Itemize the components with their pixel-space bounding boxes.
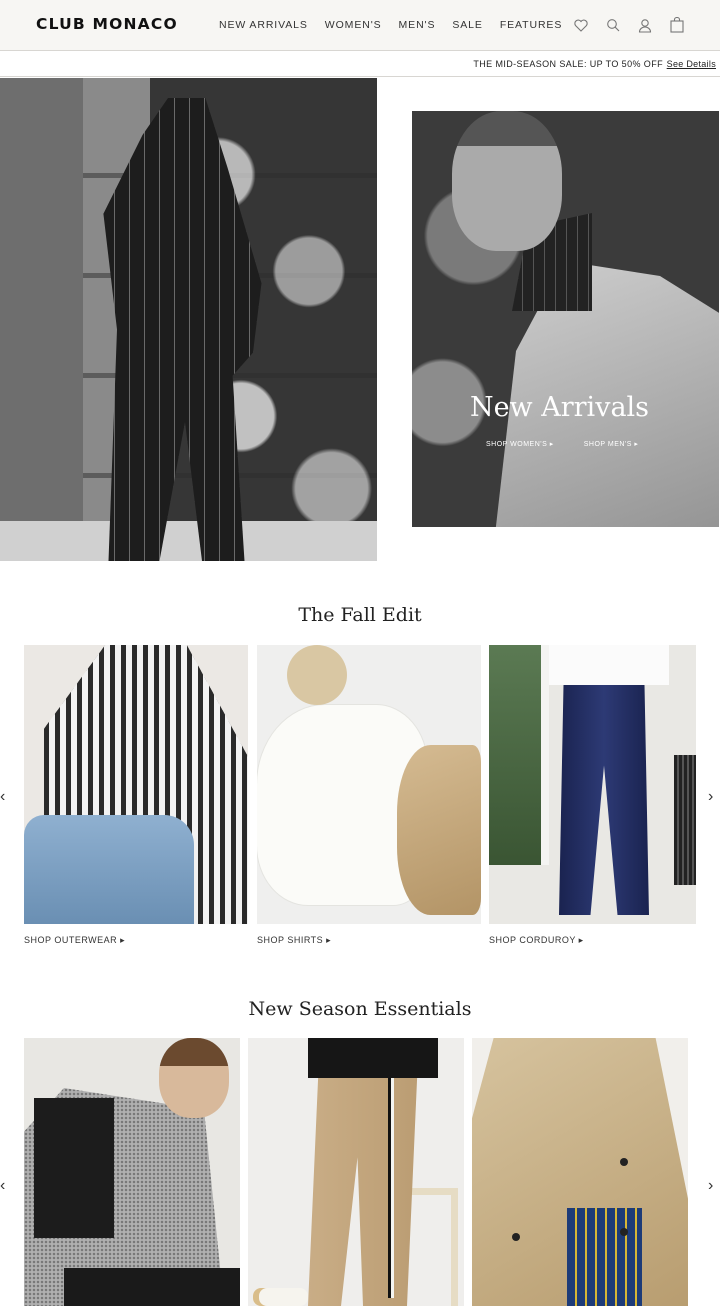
see-details-link[interactable]: See Details — [667, 59, 716, 69]
hero-title: New Arrivals — [469, 392, 650, 423]
shop-womens-link[interactable]: SHOP WOMEN'S ▸ — [486, 440, 554, 448]
side-stripe-graphic — [388, 1058, 394, 1298]
shop-shirts-link[interactable]: SHOP SHIRTS ▸ — [257, 935, 331, 946]
hero-image-mens[interactable] — [412, 111, 719, 527]
nav-womens[interactable]: WOMEN'S — [325, 19, 382, 31]
nav-features[interactable]: FEATURES — [500, 19, 562, 31]
promo-text: THE MID-SEASON SALE: UP TO 50% OFF — [473, 59, 663, 69]
coat-button-graphic — [512, 1233, 520, 1241]
khaki-pants-graphic — [397, 745, 481, 915]
corduroy-tile-image[interactable] — [489, 645, 696, 924]
hero-links: SHOP WOMEN'S ▸ SHOP MEN'S ▸ — [486, 440, 668, 448]
club-monaco-logo[interactable]: CLUB MONACO — [36, 15, 178, 33]
blonde-head-graphic — [287, 645, 347, 705]
shop-corduroy-link[interactable]: SHOP CORDUROY ▸ — [489, 935, 584, 946]
fall-edit-prev-arrow[interactable]: ‹ — [0, 789, 5, 805]
essentials-prev-arrow[interactable]: ‹ — [0, 1178, 5, 1194]
coat-button-graphic — [620, 1158, 628, 1166]
window-graphic — [489, 645, 549, 865]
essentials-tile-trench[interactable] — [472, 1038, 688, 1306]
search-icon[interactable] — [604, 16, 622, 34]
user-icon[interactable] — [636, 16, 654, 34]
essentials-title: New Season Essentials — [248, 998, 472, 1020]
denim-graphic — [24, 815, 194, 924]
shop-mens-link[interactable]: SHOP MEN'S ▸ — [584, 440, 639, 448]
black-vest-graphic — [34, 1098, 114, 1238]
nav-mens[interactable]: MEN'S — [399, 19, 436, 31]
white-shirt-graphic — [549, 645, 669, 685]
black-pants-graphic — [64, 1268, 240, 1306]
shirts-tile-image[interactable] — [257, 645, 481, 924]
navy-corduroy-pants-graphic — [559, 685, 649, 915]
radiator-graphic — [674, 755, 696, 885]
essentials-next-arrow[interactable]: › — [708, 1178, 713, 1194]
outerwear-tile-image[interactable] — [24, 645, 248, 924]
essentials-tile-knit[interactable] — [24, 1038, 240, 1306]
header-icons — [558, 16, 686, 34]
man-head-graphic — [159, 1038, 229, 1118]
promo-bar: THE MID-SEASON SALE: UP TO 50% OFF See D… — [0, 51, 720, 77]
essentials-tile-trousers[interactable] — [248, 1038, 464, 1306]
fall-edit-next-arrow[interactable]: › — [708, 789, 713, 805]
black-jacket-graphic — [308, 1038, 438, 1078]
plaid-shirt-graphic — [567, 1208, 642, 1306]
bag-icon[interactable] — [668, 16, 686, 34]
nav-new-arrivals[interactable]: NEW ARRIVALS — [219, 19, 308, 31]
coat-button-graphic — [620, 1228, 628, 1236]
heart-icon[interactable] — [572, 16, 590, 34]
shop-outerwear-link[interactable]: SHOP OUTERWEAR ▸ — [24, 935, 125, 946]
site-header: CLUB MONACO NEW ARRIVALS WOMEN'S MEN'S S… — [0, 0, 720, 51]
main-nav: NEW ARRIVALS WOMEN'S MEN'S SALE FEATURES — [219, 19, 579, 31]
man-head-graphic — [452, 111, 562, 251]
khaki-trousers-graphic — [308, 1058, 418, 1306]
nav-sale[interactable]: SALE — [452, 19, 482, 31]
sneaker-graphic — [253, 1288, 308, 1306]
fall-edit-title: The Fall Edit — [298, 604, 422, 626]
hero-image-womens[interactable] — [0, 78, 377, 561]
floor-graphic — [0, 521, 377, 561]
